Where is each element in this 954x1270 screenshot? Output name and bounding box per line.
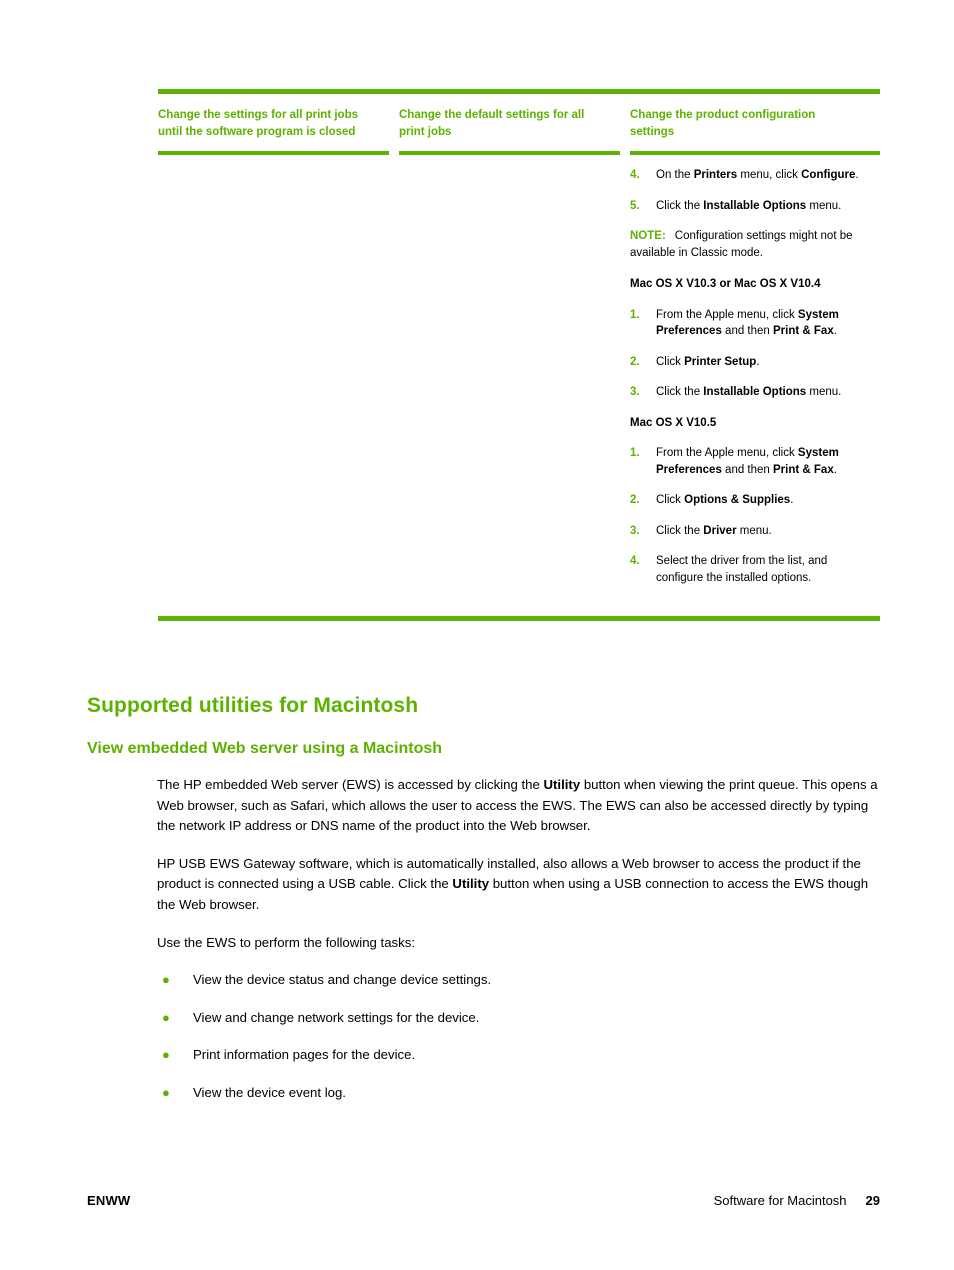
- numbered-step: 3. Click the Driver menu.: [630, 523, 862, 540]
- table-header-rule-gap-2: [620, 151, 630, 155]
- table-header-rule-seg-3: [630, 151, 880, 155]
- table-body-cell-1: [158, 167, 399, 600]
- bullet-dot-icon: ●: [162, 1084, 170, 1100]
- table-body-cell-2: [399, 167, 630, 600]
- step-number: 1.: [630, 308, 640, 321]
- list-item: ● View the device status and change devic…: [157, 970, 884, 991]
- bullet-dot-icon: ●: [162, 1047, 170, 1063]
- numbered-step: 5. Click the Installable Options menu.: [630, 198, 862, 215]
- step-number: 3.: [630, 524, 640, 537]
- numbered-step: 2. Click Printer Setup.: [630, 354, 862, 371]
- os-subheading: Mac OS X V10.5: [630, 416, 717, 429]
- settings-table: Change the settings for all print jobs u…: [158, 89, 880, 621]
- step-text: Click Options & Supplies.: [656, 494, 794, 506]
- table-header-rule-gap-1: [389, 151, 399, 155]
- list-item-label: View the device event log.: [193, 1084, 346, 1100]
- step-text: From the Apple menu, click System Prefer…: [656, 308, 839, 338]
- table-header-rule-seg-2: [399, 151, 620, 155]
- note-block: NOTE: Configuration settings might not be…: [630, 228, 862, 261]
- table-header-cell-2: Change the default settings for all prin…: [399, 109, 585, 138]
- numbered-step: 4. Select the driver from the list, and c…: [630, 553, 862, 586]
- note-label: NOTE:: [630, 230, 666, 242]
- bullet-dot-icon: ●: [162, 1009, 170, 1025]
- step-text: Select the driver from the list, and con…: [656, 555, 828, 584]
- paragraph: Use the EWS to perform the following tas…: [157, 934, 415, 950]
- step-text: Click the Driver menu.: [656, 524, 772, 537]
- table-bottom-rule: [158, 616, 880, 621]
- step-number: 3.: [630, 386, 640, 398]
- table-body-row: 4. On the Printers menu, click Configure.…: [158, 155, 880, 600]
- bullet-dot-icon: ●: [162, 972, 170, 988]
- step-number: 2.: [630, 494, 640, 506]
- step-text: Click the Installable Options menu.: [656, 199, 842, 212]
- table-header-rule-seg-1: [158, 151, 389, 155]
- footer-right-group: Software for Macintosh 29: [714, 1193, 880, 1208]
- list-item: ● Print information pages for the device.: [157, 1045, 884, 1066]
- footer-section-title: Software for Macintosh: [713, 1193, 847, 1208]
- footer-page-number: 29: [865, 1193, 880, 1208]
- step-number: 5.: [630, 199, 640, 212]
- table-body-cell-3: 4. On the Printers menu, click Configure.…: [630, 167, 880, 600]
- paragraph: HP USB EWS Gateway software, which is au…: [157, 855, 869, 912]
- step-number: 4.: [630, 169, 640, 181]
- step-text: On the Printers menu, click Configure.: [656, 169, 859, 181]
- table-header-rule: [158, 151, 880, 155]
- step-text: Click the Installable Options menu.: [656, 386, 842, 398]
- numbered-step: 2. Click Options & Supplies.: [630, 492, 862, 509]
- step-text: Click Printer Setup.: [656, 355, 760, 368]
- footer-locale-code: ENWW: [87, 1193, 131, 1208]
- table-header-cell-1: Change the settings for all print jobs u…: [158, 109, 358, 138]
- step-text: From the Apple menu, click System Prefer…: [656, 447, 839, 476]
- list-item: ● View the device event log.: [157, 1083, 884, 1104]
- list-item-label: Print information pages for the device.: [193, 1047, 416, 1063]
- page-footer: ENWW Software for Macintosh 29: [87, 1193, 880, 1208]
- task-bullet-list: ● View the device status and change devic…: [157, 970, 884, 1103]
- list-item-label: View and change network settings for the…: [193, 1009, 480, 1025]
- numbered-step: 1. From the Apple menu, click System Pref…: [630, 307, 862, 340]
- table-header-cell-3: Change the product configuration setting…: [630, 109, 816, 138]
- list-item-label: View the device status and change device…: [193, 972, 492, 988]
- paragraph: The HP embedded Web server (EWS) is acce…: [157, 777, 878, 834]
- table-header-row: Change the settings for all print jobs u…: [158, 94, 880, 140]
- page-title: Supported utilities for Macintosh: [87, 694, 419, 717]
- document-page: Change the settings for all print jobs u…: [0, 0, 954, 1270]
- section-heading: View embedded Web server using a Macinto…: [87, 740, 443, 757]
- numbered-step: 4. On the Printers menu, click Configure.: [630, 167, 862, 184]
- list-item: ● View and change network settings for th…: [157, 1008, 884, 1029]
- step-number: 2.: [630, 355, 640, 368]
- os-subheading: Mac OS X V10.3 or Mac OS X V10.4: [630, 278, 821, 290]
- step-number: 1.: [630, 447, 640, 459]
- numbered-step: 3. Click the Installable Options menu.: [630, 384, 862, 401]
- body-content: The HP embedded Web server (EWS) is acce…: [157, 775, 884, 1121]
- step-number: 4.: [630, 555, 640, 567]
- numbered-step: 1. From the Apple menu, click System Pref…: [630, 445, 862, 478]
